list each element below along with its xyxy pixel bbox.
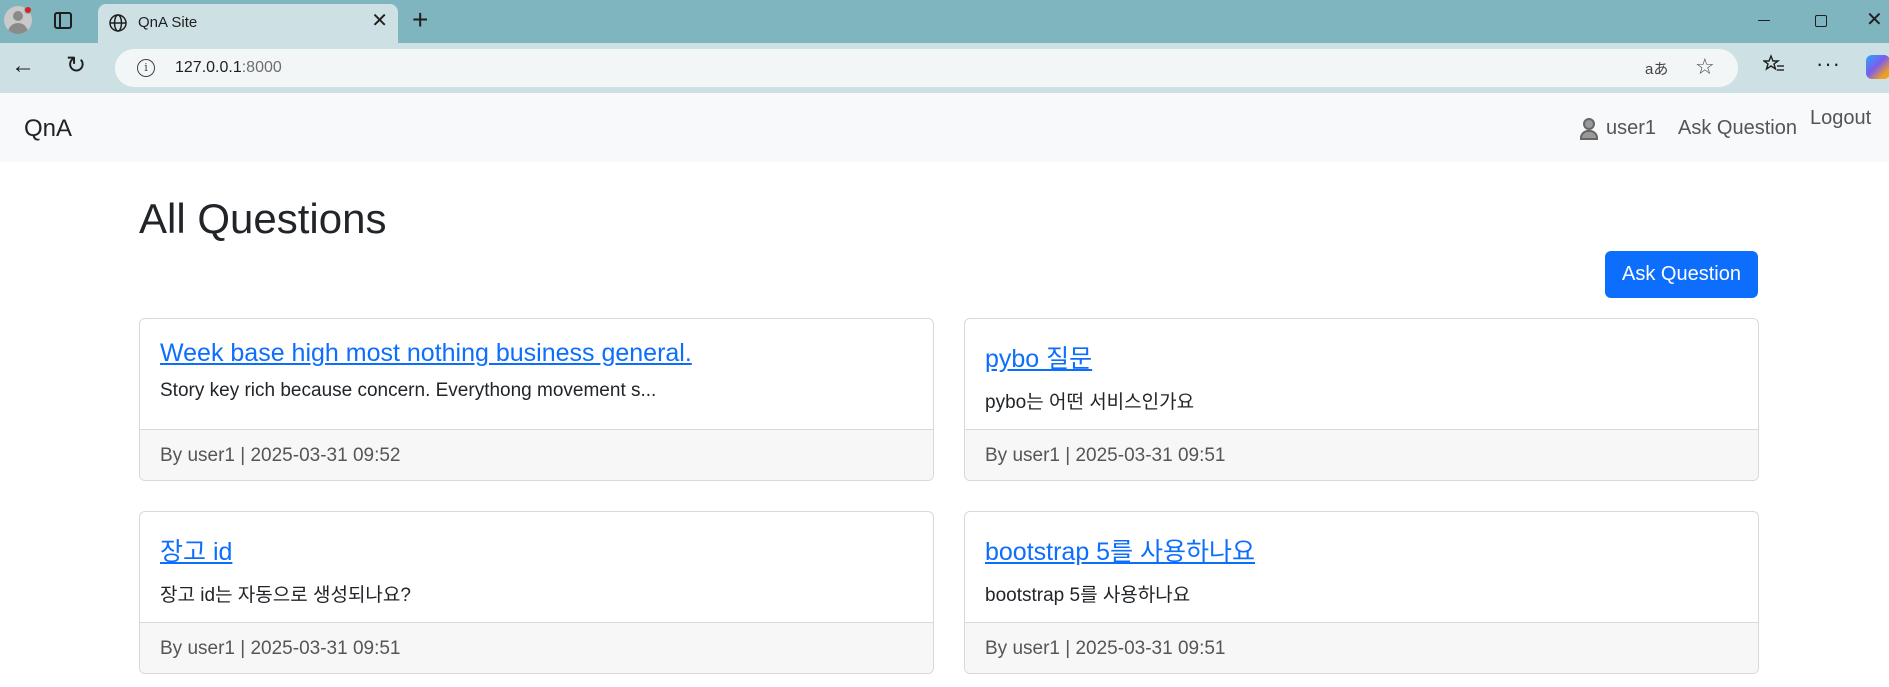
address-bar[interactable]: i 127.0.0.1:8000 aあ ☆: [115, 49, 1738, 87]
question-card: bootstrap 5를 사용하나요 bootstrap 5를 사용하나요 By…: [964, 511, 1759, 674]
read-aloud-icon[interactable]: aあ: [1645, 58, 1668, 79]
question-title-link[interactable]: Week base high most nothing business gen…: [160, 339, 913, 368]
window-close-icon[interactable]: ✕: [1866, 7, 1883, 32]
username-label: user1: [1606, 117, 1657, 139]
question-excerpt: Story key rich because concern. Everytho…: [160, 380, 657, 401]
url-port: :8000: [241, 59, 282, 76]
question-excerpt: bootstrap 5를 사용하나요: [985, 585, 1191, 606]
question-excerpt: 장고 id는 자동으로 생성되나요?: [160, 585, 411, 606]
tab-title: QnA Site: [138, 14, 198, 31]
notification-dot: [24, 6, 32, 14]
globe-icon: [109, 14, 127, 32]
tab-close-icon[interactable]: ✕: [371, 11, 388, 31]
ask-question-button[interactable]: Ask Question: [1605, 251, 1758, 298]
question-title-link[interactable]: pybo 질문: [985, 339, 1738, 375]
reload-icon[interactable]: ↻: [66, 54, 86, 78]
question-card: 장고 id 장고 id는 자동으로 생성되나요? By user1 | 2025…: [139, 511, 934, 674]
question-title-link[interactable]: 장고 id: [160, 532, 913, 568]
site-info-icon[interactable]: i: [137, 59, 155, 77]
logout-link[interactable]: Logout: [1810, 107, 1871, 130]
question-meta: By user1 | 2025-03-31 09:51: [965, 622, 1758, 673]
nav-ask-question-link[interactable]: Ask Question: [1678, 117, 1797, 140]
back-icon[interactable]: ←: [11, 54, 35, 78]
new-tab-icon[interactable]: +: [412, 6, 428, 34]
url-text[interactable]: 127.0.0.1:8000: [175, 59, 282, 77]
question-meta: By user1 | 2025-03-31 09:51: [140, 622, 933, 673]
card-body: Week base high most nothing business gen…: [140, 319, 933, 429]
card-body: bootstrap 5를 사용하나요 bootstrap 5를 사용하나요: [965, 512, 1758, 622]
card-body: 장고 id 장고 id는 자동으로 생성되나요?: [140, 512, 933, 622]
url-host: 127.0.0.1: [175, 59, 242, 76]
site-navbar: QnA user1 Ask Question Logout: [0, 93, 1889, 162]
tab-actions-icon[interactable]: [54, 12, 72, 29]
browser-toolbar: ← ↻ i 127.0.0.1:8000 aあ ☆ ···: [0, 43, 1889, 93]
question-meta: By user1 | 2025-03-31 09:51: [965, 429, 1758, 480]
favorites-list-icon[interactable]: [1763, 53, 1785, 75]
page-title: All Questions: [139, 195, 387, 242]
card-body: pybo 질문 pybo는 어떤 서비스인가요: [965, 319, 1758, 429]
favorite-star-icon[interactable]: ☆: [1695, 54, 1715, 80]
question-card: pybo 질문 pybo는 어떤 서비스인가요 By user1 | 2025-…: [964, 318, 1759, 481]
user-menu[interactable]: user1: [1580, 117, 1656, 140]
question-card: Week base high most nothing business gen…: [139, 318, 934, 481]
restore-icon[interactable]: [1815, 15, 1827, 27]
browser-tab-bar: QnA Site ✕ + ✕: [0, 0, 1889, 43]
minimize-icon[interactable]: [1758, 20, 1770, 21]
copilot-icon[interactable]: [1866, 55, 1889, 79]
user-icon: [1580, 117, 1598, 140]
brand-link[interactable]: QnA: [24, 115, 72, 143]
question-excerpt: pybo는 어떤 서비스인가요: [985, 392, 1195, 413]
question-meta: By user1 | 2025-03-31 09:52: [140, 429, 933, 480]
more-options-icon[interactable]: ···: [1816, 51, 1841, 77]
browser-tab-active[interactable]: QnA Site ✕: [98, 4, 398, 43]
question-title-link[interactable]: bootstrap 5를 사용하나요: [985, 532, 1738, 568]
